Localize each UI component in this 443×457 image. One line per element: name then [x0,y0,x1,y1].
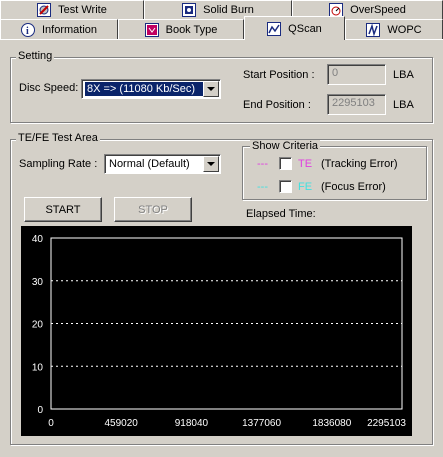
wopc-icon [366,22,381,37]
x-tick-label: 1836080 [312,418,351,429]
end-position-label: End Position : [243,99,311,111]
te-checkbox[interactable] [279,157,292,170]
te-code: TE [298,158,313,170]
book-type-icon [144,22,159,37]
te-line-marker: --- [257,158,268,170]
elapsed-time-label: Elapsed Time: [246,208,316,220]
overspeed-icon [329,3,344,17]
show-criteria-title: Show Criteria [250,140,321,152]
end-lba-unit: LBA [393,99,414,111]
tab-label: Test Write [58,4,107,16]
y-tick-label: 30 [32,277,44,288]
fe-code: FE [298,181,313,193]
x-tick-label: 2295103 [367,418,406,429]
tab-label: OverSpeed [350,4,406,16]
tab-label: WOPC [387,23,422,36]
y-tick-label: 20 [32,320,44,331]
tab-information[interactable]: i Information [0,19,118,39]
disc-speed-label: Disc Speed: [19,82,79,94]
stop-button[interactable]: STOP [114,197,192,222]
tab-wopc[interactable]: WOPC [345,19,443,39]
y-tick-label: 0 [37,405,43,416]
x-tick-label: 918040 [175,418,209,429]
setting-title: Setting [16,50,55,62]
disc-speed-value: 8X => (11080 Kb/Sec) [84,81,204,97]
sampling-rate-label: Sampling Rate : [19,158,98,170]
chevron-down-icon[interactable] [203,81,219,97]
chevron-down-icon[interactable] [203,156,219,172]
te-description: (Tracking Error) [321,158,398,170]
tab-label: QScan [288,22,322,35]
start-position-label: Start Position : [243,69,315,81]
y-tick-label: 40 [32,234,44,245]
tab-qscan[interactable]: QScan [244,16,345,40]
tab-test-write[interactable]: Test Write [0,0,144,19]
tab-book-type[interactable]: Book Type [118,19,244,39]
test-write-icon [37,3,52,17]
start-position-field[interactable]: 0 [327,64,386,85]
start-lba-unit: LBA [393,69,414,81]
start-button[interactable]: START [24,197,102,222]
x-tick-label: 0 [48,418,54,429]
tab-label: Book Type [165,23,218,36]
x-tick-label: 459020 [105,418,139,429]
disc-speed-select[interactable]: 8X => (11080 Kb/Sec) [81,79,221,99]
sampling-rate-select[interactable]: Normal (Default) [104,154,221,174]
tab-label: Solid Burn [203,4,254,16]
qscan-chart: 0 10 20 30 40 0 459020 918040 1377060 1836080 2295… [21,226,412,436]
svg-text:i: i [26,26,29,36]
end-position-field[interactable]: 2295103 [327,94,386,115]
fe-line-marker: --- [257,181,268,193]
solid-burn-icon [182,3,197,17]
x-tick-label: 1377060 [242,418,281,429]
tab-label: Information [41,23,98,36]
panel-edge [0,39,244,40]
information-icon: i [20,22,35,37]
y-tick-label: 10 [32,362,44,373]
fe-description: (Focus Error) [321,181,386,193]
panel-edge [345,39,443,40]
test-area-title: TE/FE Test Area [16,132,100,144]
qscan-icon [267,21,282,36]
fe-checkbox[interactable] [279,180,292,193]
sampling-rate-value: Normal (Default) [109,158,190,170]
